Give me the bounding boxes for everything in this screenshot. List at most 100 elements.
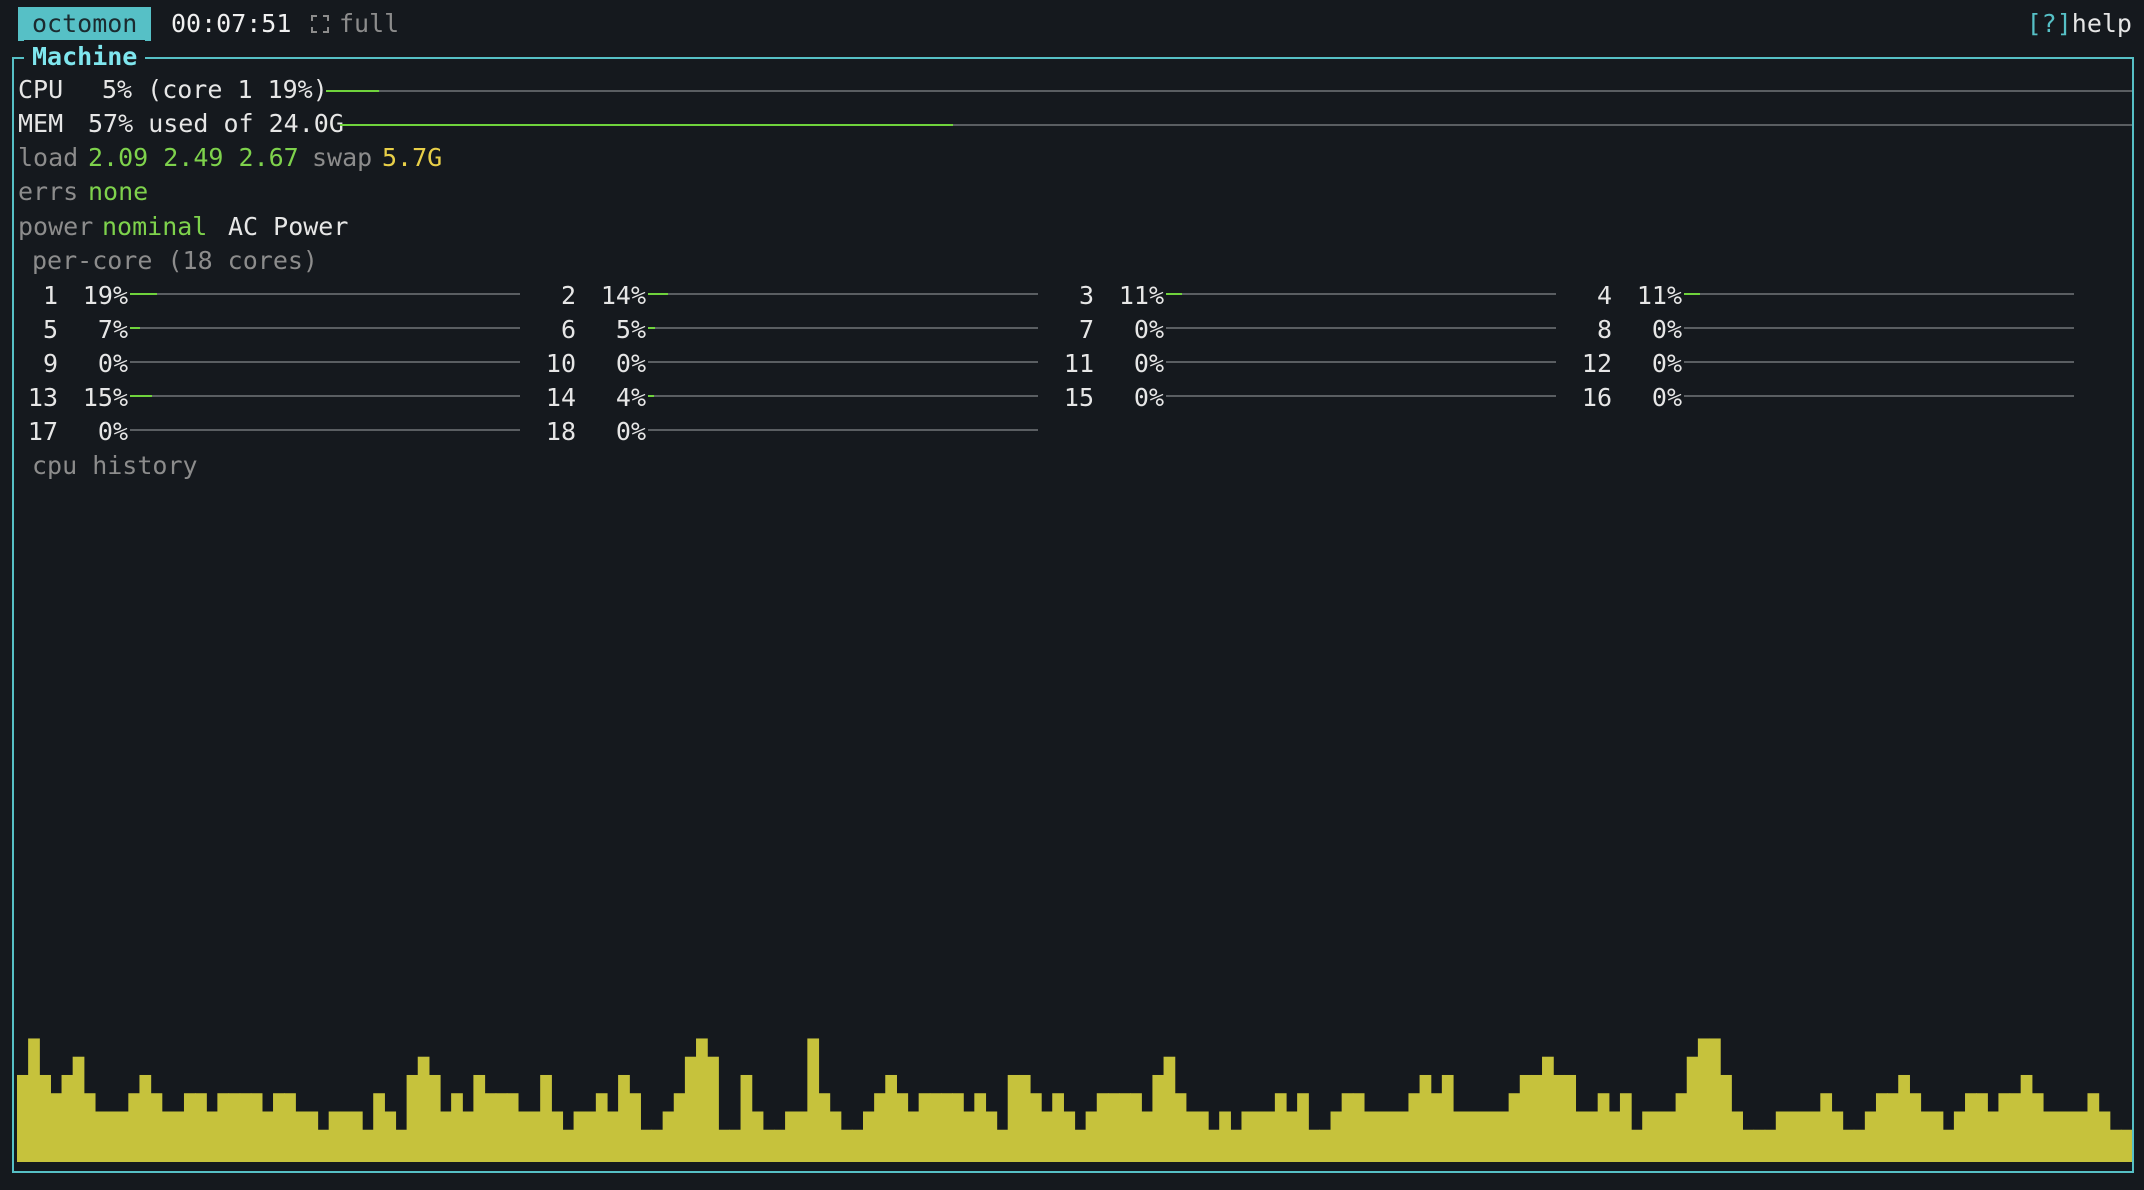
cpu-history-bar	[2009, 1093, 2022, 1162]
cpu-history-svg	[17, 1038, 2132, 1162]
core-7-number: 7	[1078, 315, 1094, 344]
cpu-value: 5% (core 1 19%)	[102, 75, 328, 104]
cpu-history-bar	[918, 1093, 931, 1162]
core-14-usage-fill	[648, 395, 654, 397]
core-1-usage-bar	[130, 293, 520, 295]
cpu-history-bar	[2020, 1074, 2033, 1162]
cpu-history-bar	[551, 1111, 564, 1162]
core-8-usage-bar	[1684, 327, 2074, 329]
cpu-history-bar	[2087, 1093, 2100, 1162]
cpu-history-bar	[1875, 1093, 1888, 1162]
core-7-percent: 0%	[1133, 315, 1164, 344]
cpu-history-bar	[940, 1093, 953, 1162]
cpu-history-bar	[929, 1093, 942, 1162]
swap-label: swap	[312, 143, 373, 172]
core-2-usage-fill	[648, 293, 668, 295]
cpu-history-bar	[1920, 1111, 1933, 1162]
cpu-history-bar	[1341, 1093, 1354, 1162]
cpu-history-bar	[1363, 1111, 1376, 1162]
core-16-usage-bar	[1684, 395, 2074, 397]
core-6-percent: 5%	[615, 315, 646, 344]
fullscreen-icon	[311, 15, 329, 33]
cpu-history-bar	[1074, 1129, 1087, 1162]
core-14-number: 14	[545, 383, 576, 412]
cpu-history-bar	[2054, 1111, 2066, 1162]
core-14-percent: 4%	[615, 383, 646, 412]
cpu-history-bar	[1731, 1111, 1743, 1162]
cpu-history-bar	[707, 1056, 719, 1162]
cpu-history-bar	[417, 1056, 430, 1162]
cpu-history-bar	[1842, 1129, 1855, 1162]
cpu-history-bar	[1564, 1074, 1577, 1162]
cpu-history-bar	[1263, 1111, 1276, 1162]
core-14-usage-bar	[648, 395, 1038, 397]
cpu-history-bar	[562, 1129, 575, 1162]
cpu-history-bar	[996, 1129, 1009, 1162]
cpu-history-bar	[440, 1111, 452, 1162]
cpu-history-bar	[228, 1093, 241, 1162]
core-18-percent: 0%	[615, 417, 646, 446]
core-8-percent: 0%	[1651, 315, 1682, 344]
cpu-history-bar	[2098, 1111, 2111, 1162]
cpu-history-bar	[718, 1129, 731, 1162]
core-5-percent: 7%	[97, 315, 128, 344]
help-button[interactable]: [?]help	[2027, 7, 2132, 41]
cpu-history-bar	[17, 1074, 29, 1162]
cpu-history-bar	[1619, 1093, 1632, 1162]
cpu-history-chart	[17, 1020, 2132, 1162]
cpu-history-bar	[239, 1093, 252, 1162]
view-mode-toggle[interactable]: full	[311, 7, 399, 41]
cpu-history-bar	[2076, 1111, 2089, 1162]
cpu-history-bar	[1709, 1038, 1721, 1162]
cpu-history-bar	[1274, 1093, 1287, 1162]
cpu-history-bar	[1230, 1129, 1243, 1162]
cpu-history-bar	[428, 1074, 441, 1162]
cpu-history-bar	[796, 1111, 808, 1162]
cpu-history-bar	[1653, 1111, 1666, 1162]
cpu-history-bar	[1597, 1093, 1610, 1162]
errs-label: errs	[18, 177, 79, 206]
cpu-history-bar	[128, 1093, 141, 1162]
cpu-history-bar	[1096, 1093, 1109, 1162]
core-15-usage-bar	[1166, 395, 1556, 397]
cpu-history-bar	[1530, 1074, 1543, 1162]
cpu-history-bar	[1998, 1093, 2011, 1162]
cpu-history-bar	[673, 1093, 686, 1162]
mem-value: 57% used of 24.0G	[88, 109, 344, 138]
cpu-history-bar	[350, 1111, 363, 1162]
cpu-history-bar	[28, 1038, 40, 1162]
cpu-history-bar	[1408, 1093, 1421, 1162]
cpu-history-bar	[206, 1111, 218, 1162]
cpu-history-bar	[139, 1074, 152, 1162]
cpu-history-bar	[451, 1093, 463, 1162]
cpu-history-bar	[384, 1111, 397, 1162]
core-5-usage-bar	[130, 327, 520, 329]
cpu-history-bar	[1953, 1111, 1966, 1162]
core-6-number: 6	[560, 315, 576, 344]
cpu-history-bar	[1575, 1111, 1588, 1162]
cpu-history-bar	[1853, 1129, 1866, 1162]
core-11-usage-bar	[1166, 361, 1556, 363]
cpu-history-bar	[584, 1111, 597, 1162]
core-3-percent: 11%	[1118, 281, 1164, 310]
cpu-history-bar	[1196, 1111, 1209, 1162]
cpu-history-bar	[306, 1111, 319, 1162]
cpu-history-bar	[61, 1074, 74, 1162]
cpu-history-bar	[1386, 1111, 1398, 1162]
cpu-history-bar	[1041, 1111, 1053, 1162]
cpu-history-bar	[1486, 1111, 1499, 1162]
cpu-history-bar	[1219, 1111, 1231, 1162]
cpu-history-bar	[161, 1111, 174, 1162]
core-13-usage-bar	[130, 395, 520, 397]
core-17-usage-bar	[130, 429, 520, 431]
cpu-history-bar	[1085, 1111, 1098, 1162]
cpu-history-bar	[1497, 1111, 1510, 1162]
cpu-history-bar	[317, 1129, 330, 1162]
cpu-history-bar	[495, 1093, 508, 1162]
cpu-history-bar	[1742, 1129, 1755, 1162]
core-6-usage-fill	[648, 327, 655, 329]
cpu-history-bar	[261, 1111, 274, 1162]
cpu-history-bar	[773, 1129, 786, 1162]
cpu-history-bar	[863, 1111, 875, 1162]
cpu-history-bar	[1352, 1093, 1365, 1162]
